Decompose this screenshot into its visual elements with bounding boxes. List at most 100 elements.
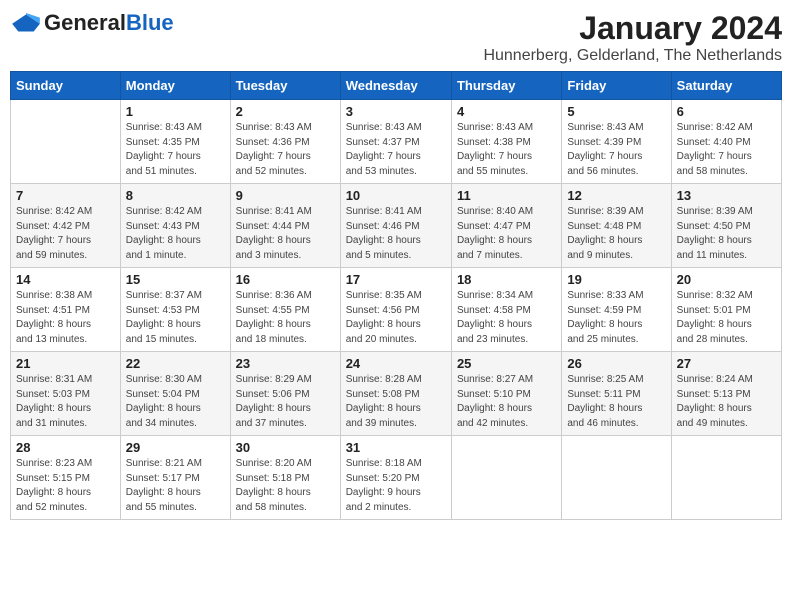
calendar-cell: 13Sunrise: 8:39 AM Sunset: 4:50 PM Dayli… [671,184,781,268]
day-info: Sunrise: 8:43 AM Sunset: 4:36 PM Dayligh… [236,121,335,179]
calendar-week-row: 1 Sunrise: 8:43 AM Sunset: 4:35 PM Daylig… [11,100,782,184]
day-info: Sunrise: 8:23 AM Sunset: 5:15 PM Dayligh… [16,457,115,515]
day-info: Sunrise: 8:42 AM Sunset: 4:42 PM Dayligh… [16,205,115,263]
day-info: Sunrise: 8:32 AM Sunset: 5:01 PM Dayligh… [677,289,776,347]
calendar-cell: 10Sunrise: 8:41 AM Sunset: 4:46 PM Dayli… [340,184,451,268]
calendar-cell: 9Sunrise: 8:41 AM Sunset: 4:44 PM Daylig… [230,184,340,268]
calendar-cell: 20 Sunrise: 8:32 AM Sunset: 5:01 PM Dayli… [671,268,781,352]
day-number: 22 [126,356,225,371]
page-header: GeneralBlue January 2024 Hunnerberg, Gel… [10,10,782,65]
weekday-header-friday: Friday [562,72,671,100]
day-info: Sunrise: 8:24 AM Sunset: 5:13 PM Dayligh… [677,373,776,431]
day-number: 17 [346,272,446,287]
day-info: Sunrise: 8:35 AM Sunset: 4:56 PM Dayligh… [346,289,446,347]
location-title: Hunnerberg, Gelderland, The Netherlands [483,47,782,65]
day-number: 19 [567,272,665,287]
day-number: 12 [567,188,665,203]
weekday-header-row: SundayMondayTuesdayWednesdayThursdayFrid… [11,72,782,100]
weekday-header-sunday: Sunday [11,72,121,100]
calendar-cell: 18 Sunrise: 8:34 AM Sunset: 4:58 PM Dayli… [451,268,561,352]
calendar-cell: 7 Sunrise: 8:42 AM Sunset: 4:42 PM Daylig… [11,184,121,268]
calendar-cell: 16Sunrise: 8:36 AM Sunset: 4:55 PM Dayli… [230,268,340,352]
calendar-cell: 12 Sunrise: 8:39 AM Sunset: 4:48 PM Dayli… [562,184,671,268]
calendar-cell: 4 Sunrise: 8:43 AM Sunset: 4:38 PM Daylig… [451,100,561,184]
calendar-cell: 29Sunrise: 8:21 AM Sunset: 5:17 PM Dayli… [120,436,230,520]
calendar-cell: 1 Sunrise: 8:43 AM Sunset: 4:35 PM Daylig… [120,100,230,184]
calendar-cell: 6 Sunrise: 8:42 AM Sunset: 4:40 PM Daylig… [671,100,781,184]
calendar-week-row: 21Sunrise: 8:31 AM Sunset: 5:03 PM Dayli… [11,352,782,436]
day-number: 3 [346,104,446,119]
calendar-cell: 11 Sunrise: 8:40 AM Sunset: 4:47 PM Dayli… [451,184,561,268]
day-info: Sunrise: 8:39 AM Sunset: 4:48 PM Dayligh… [567,205,665,263]
month-title: January 2024 [483,10,782,47]
day-info: Sunrise: 8:43 AM Sunset: 4:39 PM Dayligh… [567,121,665,179]
calendar-cell: 22 Sunrise: 8:30 AM Sunset: 5:04 PM Dayli… [120,352,230,436]
day-info: Sunrise: 8:20 AM Sunset: 5:18 PM Dayligh… [236,457,335,515]
title-area: January 2024 Hunnerberg, Gelderland, The… [483,10,782,65]
day-number: 23 [236,356,335,371]
day-number: 7 [16,188,115,203]
day-info: Sunrise: 8:27 AM Sunset: 5:10 PM Dayligh… [457,373,556,431]
day-info: Sunrise: 8:42 AM Sunset: 4:40 PM Dayligh… [677,121,776,179]
calendar-cell [562,436,671,520]
logo-blue: Blue [126,10,174,35]
calendar-cell: 26 Sunrise: 8:25 AM Sunset: 5:11 PM Dayli… [562,352,671,436]
calendar-cell: 5Sunrise: 8:43 AM Sunset: 4:39 PM Daylig… [562,100,671,184]
day-info: Sunrise: 8:28 AM Sunset: 5:08 PM Dayligh… [346,373,446,431]
day-number: 1 [126,104,225,119]
calendar-cell: 27 Sunrise: 8:24 AM Sunset: 5:13 PM Dayli… [671,352,781,436]
calendar-cell: 28Sunrise: 8:23 AM Sunset: 5:15 PM Dayli… [11,436,121,520]
day-number: 27 [677,356,776,371]
day-info: Sunrise: 8:37 AM Sunset: 4:53 PM Dayligh… [126,289,225,347]
day-info: Sunrise: 8:30 AM Sunset: 5:04 PM Dayligh… [126,373,225,431]
day-info: Sunrise: 8:33 AM Sunset: 4:59 PM Dayligh… [567,289,665,347]
calendar-cell: 17 Sunrise: 8:35 AM Sunset: 4:56 PM Dayli… [340,268,451,352]
day-number: 6 [677,104,776,119]
day-info: Sunrise: 8:43 AM Sunset: 4:37 PM Dayligh… [346,121,446,179]
calendar-cell: 19 Sunrise: 8:33 AM Sunset: 4:59 PM Dayli… [562,268,671,352]
day-number: 16 [236,272,335,287]
day-number: 18 [457,272,556,287]
day-info: Sunrise: 8:38 AM Sunset: 4:51 PM Dayligh… [16,289,115,347]
calendar-cell: 15 Sunrise: 8:37 AM Sunset: 4:53 PM Dayli… [120,268,230,352]
weekday-header-saturday: Saturday [671,72,781,100]
calendar-cell: 14Sunrise: 8:38 AM Sunset: 4:51 PM Dayli… [11,268,121,352]
day-number: 8 [126,188,225,203]
generalblue-logo-icon [10,13,42,33]
day-info: Sunrise: 8:34 AM Sunset: 4:58 PM Dayligh… [457,289,556,347]
calendar-table: SundayMondayTuesdayWednesdayThursdayFrid… [10,71,782,520]
calendar-cell: 31Sunrise: 8:18 AM Sunset: 5:20 PM Dayli… [340,436,451,520]
calendar-cell [451,436,561,520]
calendar-cell: 8Sunrise: 8:42 AM Sunset: 4:43 PM Daylig… [120,184,230,268]
calendar-week-row: 7 Sunrise: 8:42 AM Sunset: 4:42 PM Daylig… [11,184,782,268]
calendar-cell: 23 Sunrise: 8:29 AM Sunset: 5:06 PM Dayli… [230,352,340,436]
day-info: Sunrise: 8:43 AM Sunset: 4:35 PM Dayligh… [126,121,225,179]
day-info: Sunrise: 8:43 AM Sunset: 4:38 PM Dayligh… [457,121,556,179]
day-info: Sunrise: 8:18 AM Sunset: 5:20 PM Dayligh… [346,457,446,515]
day-number: 4 [457,104,556,119]
calendar-week-row: 28Sunrise: 8:23 AM Sunset: 5:15 PM Dayli… [11,436,782,520]
calendar-cell [11,100,121,184]
calendar-cell [671,436,781,520]
day-number: 30 [236,440,335,455]
weekday-header-monday: Monday [120,72,230,100]
day-number: 21 [16,356,115,371]
day-number: 24 [346,356,446,371]
day-number: 9 [236,188,335,203]
day-number: 13 [677,188,776,203]
day-number: 15 [126,272,225,287]
calendar-cell: 21Sunrise: 8:31 AM Sunset: 5:03 PM Dayli… [11,352,121,436]
day-info: Sunrise: 8:29 AM Sunset: 5:06 PM Dayligh… [236,373,335,431]
calendar-cell: 25Sunrise: 8:27 AM Sunset: 5:10 PM Dayli… [451,352,561,436]
day-number: 20 [677,272,776,287]
day-info: Sunrise: 8:25 AM Sunset: 5:11 PM Dayligh… [567,373,665,431]
calendar-cell: 24 Sunrise: 8:28 AM Sunset: 5:08 PM Dayli… [340,352,451,436]
day-number: 11 [457,188,556,203]
logo-general: General [44,10,126,35]
weekday-header-tuesday: Tuesday [230,72,340,100]
weekday-header-wednesday: Wednesday [340,72,451,100]
day-number: 2 [236,104,335,119]
day-info: Sunrise: 8:41 AM Sunset: 4:46 PM Dayligh… [346,205,446,263]
day-number: 26 [567,356,665,371]
day-info: Sunrise: 8:40 AM Sunset: 4:47 PM Dayligh… [457,205,556,263]
